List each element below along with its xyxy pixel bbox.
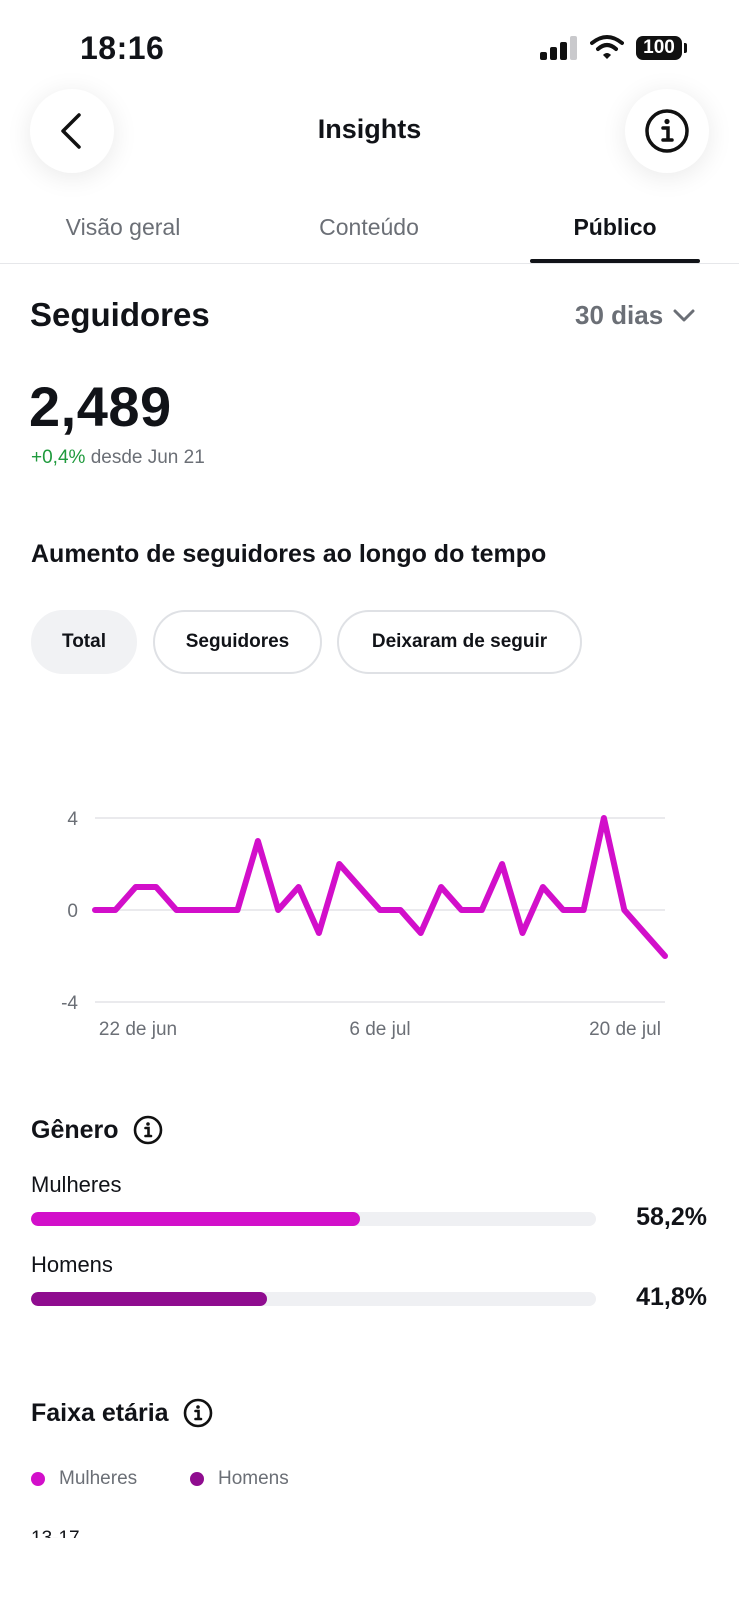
legend-men-dot xyxy=(190,1472,204,1486)
x-tick-label: 6 de jul xyxy=(349,1019,410,1040)
change-since: desde Jun 21 xyxy=(90,447,205,468)
series-line-total xyxy=(92,815,668,959)
gender-men-label: Homens xyxy=(31,1252,113,1277)
age-range-label: 13-17 xyxy=(31,1524,80,1538)
tab-visao-geral[interactable]: Visão geral xyxy=(0,214,246,241)
legend-women: Mulheres xyxy=(31,1468,137,1490)
legend-women-label: Mulheres xyxy=(59,1468,138,1489)
tabs-divider xyxy=(0,263,739,264)
chip-seguidores[interactable]: Seguidores xyxy=(153,610,322,674)
followers-title: Seguidores xyxy=(30,296,210,333)
change-percent: +0,4% xyxy=(31,447,86,468)
gender-women-label: Mulheres xyxy=(31,1172,122,1197)
date-range-dropdown[interactable]: 30 dias xyxy=(575,300,695,331)
legend-men: Homens xyxy=(190,1468,289,1490)
x-tick-label: 20 de jul xyxy=(589,1019,661,1040)
battery-tip xyxy=(684,43,687,53)
gender-men-value: 41,8% xyxy=(636,1283,707,1311)
gender-men-bar-fill xyxy=(31,1292,268,1306)
y-tick-label: 0 xyxy=(67,901,78,922)
y-tick-label: -4 xyxy=(61,993,78,1014)
gender-women-bar-fill xyxy=(31,1212,360,1226)
gender-men-bar xyxy=(31,1292,596,1306)
wifi-icon xyxy=(590,35,624,59)
gender-title: Gênero xyxy=(31,1115,119,1144)
info-icon[interactable] xyxy=(133,1115,163,1145)
info-icon xyxy=(645,109,689,153)
tab-publico[interactable]: Público xyxy=(492,214,738,241)
chip-deixaram-de-seguir[interactable]: Deixaram de seguir xyxy=(337,610,582,674)
age-section-header: Faixa etária xyxy=(31,1398,213,1428)
gender-women-bar xyxy=(31,1212,596,1226)
cellular-signal-icon xyxy=(540,36,578,60)
tab-conteudo[interactable]: Conteúdo xyxy=(246,214,492,241)
legend-men-label: Homens xyxy=(218,1468,289,1489)
legend-women-dot xyxy=(31,1472,45,1486)
growth-chart-title: Aumento de seguidores ao longo do tempo xyxy=(31,540,547,568)
chip-total[interactable]: Total xyxy=(31,610,137,674)
followers-change: +0,4% desde Jun 21 xyxy=(31,447,205,469)
followers-growth-chart: 4 0 -4 22 de jun 6 de jul 20 de jul xyxy=(61,809,668,1040)
info-button[interactable] xyxy=(625,89,709,173)
y-tick-label: 4 xyxy=(67,809,78,830)
date-range-label: 30 dias xyxy=(575,300,664,330)
x-tick-label: 22 de jun xyxy=(99,1019,177,1040)
followers-count: 2,489 xyxy=(29,375,172,438)
age-title: Faixa etária xyxy=(31,1398,169,1427)
gender-section-header: Gênero xyxy=(31,1115,163,1145)
battery-icon: 100 xyxy=(636,36,682,60)
chevron-down-icon xyxy=(673,309,695,321)
gender-women-value: 58,2% xyxy=(636,1203,707,1231)
status-time: 18:16 xyxy=(80,30,165,66)
info-icon[interactable] xyxy=(183,1398,213,1428)
